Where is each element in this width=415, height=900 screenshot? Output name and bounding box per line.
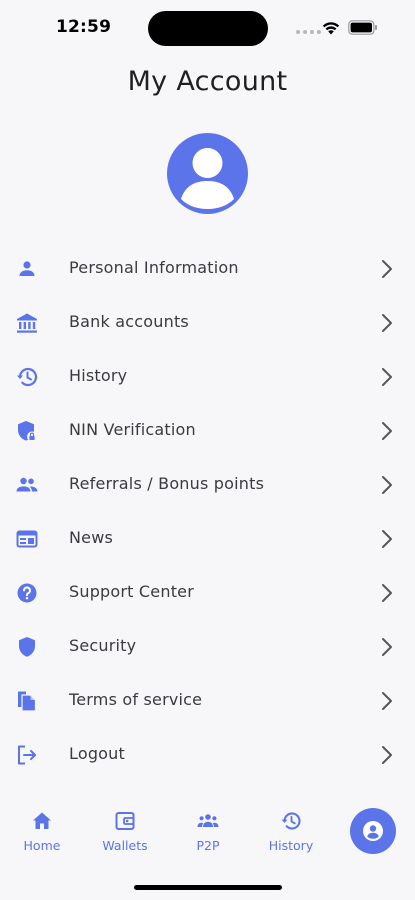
menu-item-referrals[interactable]: Referrals / Bonus points	[0, 458, 415, 512]
menu-item-news[interactable]: News	[0, 512, 415, 566]
menu-item-label: History	[69, 366, 128, 385]
person-icon	[181, 148, 234, 209]
news-icon	[16, 530, 38, 548]
shield-icon	[19, 637, 35, 657]
menu-item-nin-verification[interactable]: NIN Verification	[0, 404, 415, 458]
chevron-right-icon	[382, 260, 392, 278]
menu-item-security[interactable]: Security	[0, 620, 415, 674]
chevron-right-icon	[382, 476, 392, 494]
battery-icon	[348, 20, 377, 35]
nav-label: History	[268, 838, 314, 853]
nav-label: Home	[23, 838, 61, 853]
bank-icon	[17, 313, 37, 333]
account-menu: Personal Information Bank accounts Histo…	[0, 242, 415, 782]
dynamic-island	[148, 11, 268, 46]
group-icon	[197, 814, 219, 827]
shield-lock-icon	[18, 421, 37, 442]
chevron-right-icon	[382, 584, 392, 602]
menu-item-label: Security	[69, 636, 137, 655]
logout-icon	[18, 745, 36, 765]
menu-item-label: Bank accounts	[69, 312, 189, 331]
menu-item-label: Personal Information	[69, 258, 239, 277]
nav-p2p[interactable]: P2P	[168, 810, 248, 853]
nav-history[interactable]: History	[251, 810, 331, 853]
nav-wallets[interactable]: Wallets	[85, 810, 165, 853]
group-icon	[16, 477, 38, 492]
profile-icon	[363, 821, 383, 841]
menu-item-terms-of-service[interactable]: Terms of service	[0, 674, 415, 728]
chevron-right-icon	[382, 422, 392, 440]
page-title: My Account	[127, 66, 288, 97]
menu-item-label: News	[69, 528, 114, 547]
chevron-right-icon	[382, 638, 392, 656]
person-icon	[19, 261, 35, 276]
nav-label: Wallets	[102, 838, 148, 853]
nav-label: P2P	[196, 838, 220, 853]
home-icon	[33, 812, 51, 829]
menu-item-bank-accounts[interactable]: Bank accounts	[0, 296, 415, 350]
menu-item-label: Referrals / Bonus points	[69, 474, 265, 493]
help-icon	[17, 583, 37, 603]
status-bar: 12:59	[0, 0, 415, 56]
chevron-right-icon	[382, 746, 392, 764]
menu-item-support-center[interactable]: Support Center	[0, 566, 415, 620]
chevron-right-icon	[382, 314, 392, 332]
chevron-right-icon	[382, 692, 392, 710]
cellular-signal-icon	[296, 30, 321, 34]
wallet-icon	[115, 812, 135, 830]
history-icon	[281, 812, 301, 830]
avatar[interactable]	[167, 133, 248, 214]
menu-item-history[interactable]: History	[0, 350, 415, 404]
menu-item-logout[interactable]: Logout	[0, 728, 415, 782]
nav-profile-button[interactable]	[350, 808, 396, 854]
status-time: 12:59	[56, 17, 112, 37]
menu-item-label: Logout	[69, 744, 125, 763]
menu-item-label: NIN Verification	[69, 420, 196, 439]
wifi-icon	[322, 22, 340, 35]
history-icon	[17, 367, 38, 387]
chevron-right-icon	[382, 368, 392, 386]
nav-home[interactable]: Home	[2, 810, 82, 853]
home-indicator	[134, 885, 282, 890]
menu-item-label: Terms of service	[69, 690, 203, 709]
menu-item-label: Support Center	[69, 582, 194, 601]
menu-item-personal-information[interactable]: Personal Information	[0, 242, 415, 296]
chevron-right-icon	[382, 530, 392, 548]
document-icon	[18, 691, 37, 712]
